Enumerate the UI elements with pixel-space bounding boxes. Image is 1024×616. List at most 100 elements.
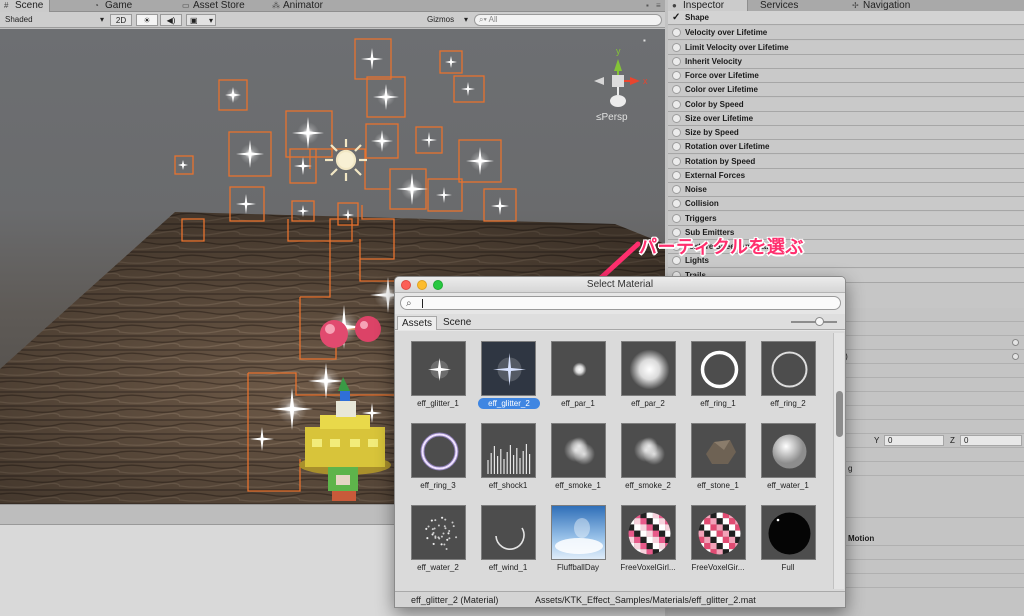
module-row-velocity-over-lifetime[interactable]: Velocity over Lifetime [668,26,1024,41]
particle-icon[interactable] [551,341,606,396]
sky-icon[interactable] [551,505,606,560]
material-item-eff-ring-2[interactable]: eff_ring_2 [754,337,822,413]
module-row-color-by-speed[interactable]: Color by Speed [668,97,1024,112]
module-toggle[interactable] [672,185,681,194]
module-row-triggers[interactable]: Triggers [668,211,1024,226]
material-item-label: FreeVoxelGirl... [620,563,676,572]
ring-icon[interactable] [691,341,746,396]
shock-icon[interactable] [481,423,536,478]
shading-dropdown[interactable]: Shaded ▾ [2,14,106,26]
audio-toggle[interactable]: ◀) [160,14,182,26]
thumbnail-size-slider[interactable] [791,321,837,323]
close-window-button[interactable] [401,280,411,290]
module-toggle[interactable] [672,71,681,80]
material-item-eff-shock1[interactable]: eff_shock1 [474,419,542,495]
module-row-noise[interactable]: Noise [668,183,1024,197]
material-item-eff-par-1[interactable]: eff_par_1 [544,337,612,413]
module-row-inherit-velocity[interactable]: Inherit Velocity [668,54,1024,69]
water-icon[interactable] [411,505,466,560]
module-toggle[interactable] [672,170,681,180]
module-row-limit-velocity-over-lifetime[interactable]: Limit Velocity over Lifetime [668,40,1024,55]
material-item-eff-ring-1[interactable]: eff_ring_1 [684,337,752,413]
material-item-label: eff_ring_2 [770,399,806,408]
module-toggle[interactable] [672,85,681,95]
module-row-color-over-lifetime[interactable]: Color over Lifetime [668,83,1024,98]
material-item-eff-ring-3[interactable]: eff_ring_3 [404,419,472,495]
tab-asset-store[interactable]: ▭ Asset Store [178,0,251,12]
minimize-window-button[interactable] [417,280,427,290]
material-item-eff-water-2[interactable]: eff_water_2 [404,501,472,577]
particle-icon[interactable] [621,341,676,396]
tab-game[interactable]: ◔ Game [90,0,138,12]
vertical-scrollbar[interactable] [833,333,844,589]
material-item-freevoxelgir-[interactable]: FreeVoxelGir... [684,501,752,577]
smoke-icon[interactable] [621,423,676,478]
module-toggle[interactable] [672,42,681,52]
tab-scene[interactable]: # Scene [0,0,51,12]
checkmark-icon[interactable]: ✓ [672,11,680,24]
svg-text:x: x [643,76,648,86]
tab-animator[interactable]: ⁂ Animator [268,0,329,12]
module-toggle[interactable] [672,213,681,223]
stone-icon[interactable] [691,423,746,478]
partial-label-g: g [848,464,853,473]
smoke-icon[interactable] [551,423,606,478]
lighting-toggle[interactable]: ☀ [136,14,158,26]
material-item-freevoxelgirl-[interactable]: FreeVoxelGirl... [614,501,682,577]
module-row-collision[interactable]: Collision [668,197,1024,212]
module-toggle[interactable] [672,113,681,123]
gizmos-dropdown[interactable]: Gizmos ▾ [424,14,468,26]
slider-handle[interactable] [815,317,824,326]
zoom-window-button[interactable] [433,280,443,290]
material-item-full[interactable]: Full [754,501,822,577]
voxel-sphere-icon[interactable] [691,505,746,560]
black-sphere-icon[interactable] [761,505,816,560]
module-toggle[interactable] [672,128,681,137]
effects-dropdown[interactable]: ▣ ▾ [186,14,216,26]
material-item-eff-glitter-1[interactable]: eff_glitter_1 [404,337,472,413]
material-item-fluffballday[interactable]: FluffballDay [544,501,612,577]
projection-label[interactable]: ≤Persp [596,112,628,123]
material-item-eff-wind-1[interactable]: eff_wind_1 [474,501,542,577]
module-toggle[interactable] [672,199,681,209]
material-item-eff-glitter-2[interactable]: eff_glitter_2 [474,337,542,413]
menu-icon[interactable]: ≡ [656,0,661,12]
ring-icon[interactable] [761,341,816,396]
module-row-force-over-lifetime[interactable]: Force over Lifetime [668,69,1024,83]
hierarchy-search-input[interactable]: ⌕▾ All [474,14,662,26]
lock-icon[interactable]: ▪ [646,0,649,12]
wind-icon[interactable] [481,505,536,560]
window-title-bar[interactable]: Select Material [395,277,845,293]
tab-scene-materials[interactable]: Scene [439,316,475,330]
module-row-size-over-lifetime[interactable]: Size over Lifetime [668,111,1024,126]
module-label: Color by Speed [685,99,744,109]
module-row-rotation-by-speed[interactable]: Rotation by Speed [668,154,1024,169]
material-item-eff-stone-1[interactable]: eff_stone_1 [684,419,752,495]
voxel-sphere-icon[interactable] [621,505,676,560]
module-row-size-by-speed[interactable]: Size by Speed [668,126,1024,140]
module-toggle[interactable] [672,142,681,152]
material-item-eff-water-1[interactable]: eff_water_1 [754,419,822,495]
module-toggle[interactable] [672,28,681,38]
z-field[interactable]: 0 [960,435,1022,446]
object-picker-icon[interactable] [1012,339,1019,346]
material-item-eff-smoke-1[interactable]: eff_smoke_1 [544,419,612,495]
tab-assets[interactable]: Assets [397,316,438,330]
module-row-rotation-over-lifetime[interactable]: Rotation over Lifetime [668,140,1024,155]
module-row-shape[interactable]: ✓ Shape [668,11,1024,25]
material-item-eff-par-2[interactable]: eff_par_2 [614,337,682,413]
scrollbar-thumb[interactable] [836,391,843,437]
material-search-input[interactable]: ⌕ [400,296,841,310]
module-toggle[interactable] [672,99,681,109]
water-icon[interactable] [761,423,816,478]
module-toggle[interactable] [672,156,681,166]
material-item-eff-smoke-2[interactable]: eff_smoke_2 [614,419,682,495]
module-row-external-forces[interactable]: External Forces [668,168,1024,183]
module-toggle[interactable] [672,56,681,66]
y-field[interactable]: 0 [884,435,944,446]
glitter-icon[interactable] [411,341,466,396]
glitter-icon[interactable] [481,341,536,396]
object-picker-icon-2[interactable] [1012,353,1019,360]
ring-icon[interactable] [411,423,466,478]
mode-2d-button[interactable]: 2D [110,14,132,26]
